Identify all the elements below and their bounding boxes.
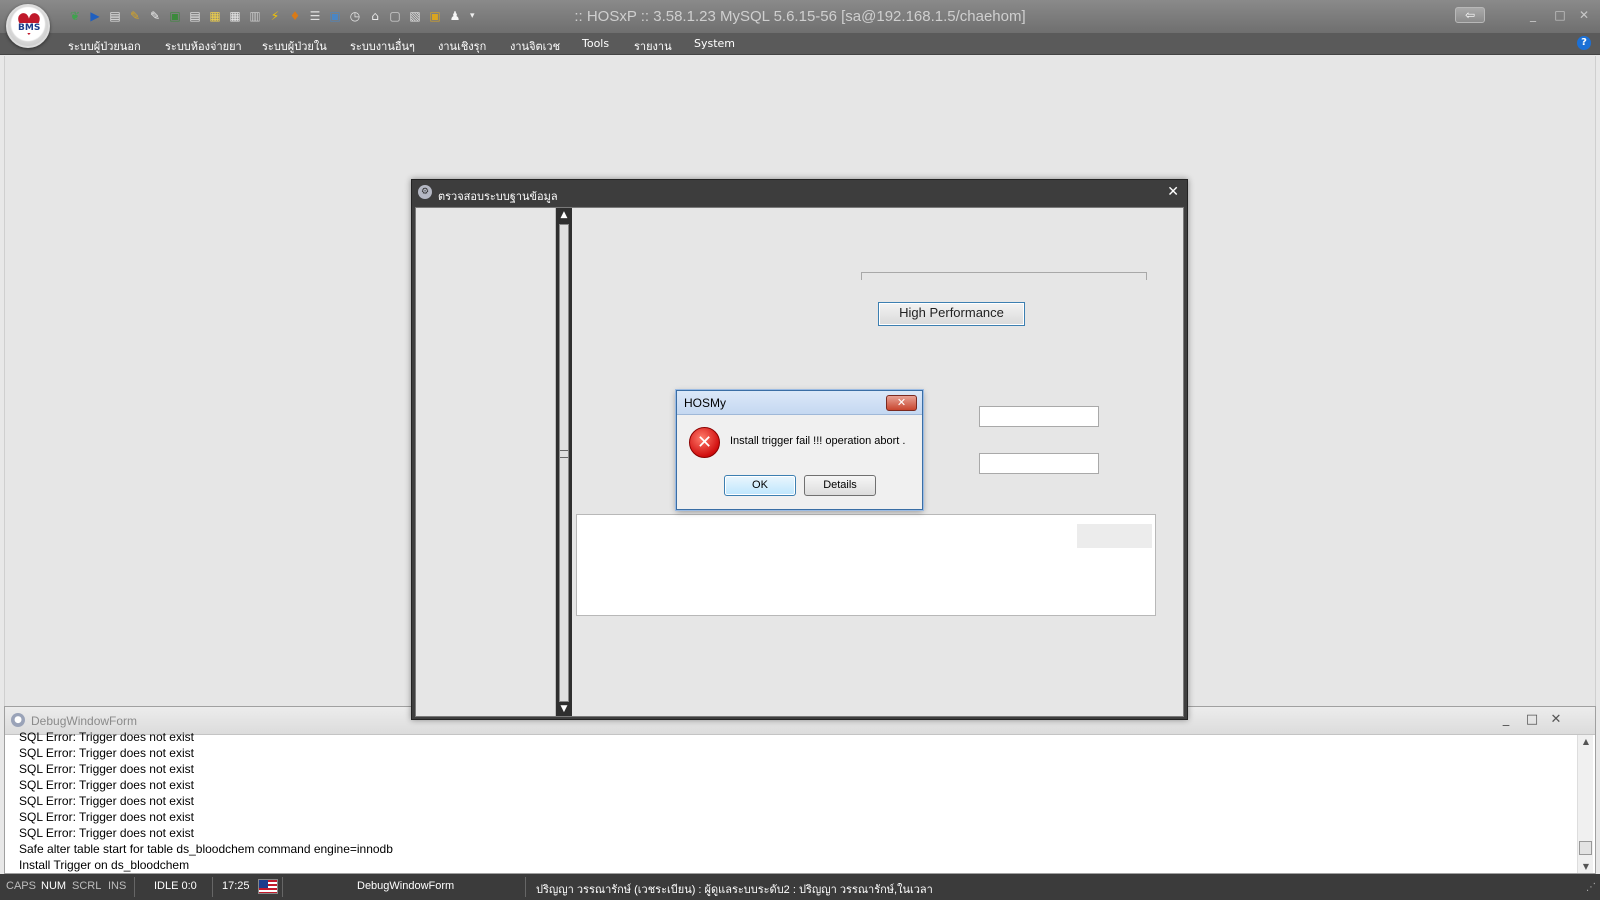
ins-indicator: INS [108,880,127,892]
scroll-grip[interactable] [560,450,568,458]
menu-system[interactable]: System [694,37,735,50]
high-performance-button[interactable]: High Performance [878,302,1025,326]
scrl-indicator: SCRL [72,880,102,892]
db-check-titlebar[interactable]: ⚙ ตรวจสอบระบบฐานข้อมูล ✕ [412,180,1187,206]
menu-bar: ระบบผู้ป่วยนอก ระบบห้องจ่ายยา ระบบผู้ป่ว… [0,33,1600,55]
clock: 17:25 [222,880,250,892]
debug-window: ● DebugWindowForm _ □ ✕ SQL Error: Trigg… [4,706,1596,874]
maximize-button[interactable]: □ [1552,8,1568,22]
details-button[interactable]: Details [804,475,876,496]
db-check-close-button[interactable]: ✕ [1167,184,1179,200]
splitter-scrollbar[interactable]: ▲ ▼ [556,208,572,716]
menu-ipd[interactable]: ระบบผู้ป่วยใน [262,37,327,55]
ok-button[interactable]: OK [724,475,796,496]
close-button[interactable]: ✕ [1576,8,1592,22]
text-field[interactable] [979,453,1099,474]
menu-report[interactable]: รายงาน [634,37,672,55]
debug-maximize-button[interactable]: □ [1525,712,1539,727]
window-icon: ● [11,713,25,727]
scroll-thumb[interactable] [1579,841,1592,855]
log-line: SQL Error: Trigger does not exist [19,762,194,776]
menu-opd[interactable]: ระบบผู้ป่วยนอก [68,37,141,55]
error-message: Install trigger fail !!! operation abort… [730,435,906,447]
language-flag-icon[interactable] [258,879,278,894]
debug-minimize-button[interactable]: _ [1499,712,1513,727]
error-dialog-title: HOSMy [684,396,726,410]
text-field[interactable] [979,406,1099,427]
db-check-title: ตรวจสอบระบบฐานข้อมูล [438,190,558,203]
error-icon: ✕ [689,427,720,458]
log-line: SQL Error: Trigger does not exist [19,778,194,792]
resize-grip-icon[interactable]: ⋰ [1586,882,1596,893]
num-indicator: NUM [41,880,67,892]
scroll-down-arrow-icon[interactable]: ▼ [1578,862,1594,871]
caps-indicator: CAPS [6,880,36,892]
debug-close-button[interactable]: ✕ [1549,712,1563,727]
log-line: Install Trigger on ds_bloodchem [19,858,190,872]
menu-tools[interactable]: Tools [582,37,609,50]
menu-pharmacy[interactable]: ระบบห้องจ่ายยา [165,37,242,55]
app-logo[interactable]: ♥ BMS [6,4,50,48]
log-line: SQL Error: Trigger does not exist [19,730,194,744]
log-line: SQL Error: Trigger does not exist [19,826,194,840]
logo-label: BMS [16,23,43,33]
debug-scrollbar[interactable]: ▲ ▼ [1577,735,1593,873]
scroll-up-arrow-icon[interactable]: ▲ [556,210,572,220]
log-line: SQL Error: Trigger does not exist [19,794,194,808]
dialog-close-button[interactable]: ✕ [886,395,917,411]
user-info: ปริญญา วรรณารักษ์ (เวชระเบียน) : ผู้ดูแล… [536,884,933,896]
idle-indicator: IDLE 0:0 [154,880,197,892]
log-line: SQL Error: Trigger does not exist [19,810,194,824]
help-icon[interactable]: ? [1577,36,1591,50]
active-form-label: DebugWindowForm [357,880,455,892]
minimize-button[interactable]: _ [1525,8,1541,22]
menu-psychiatry[interactable]: งานจิตเวช [510,37,560,55]
menu-other[interactable]: ระบบงานอื่นๆ [350,37,415,55]
title-bar: ❦ ▶ ▤ ✎ ✎ ▣ ▤ ▦ ▦ ▥ ⚡ ♦ ☰ ▣ ◷ ⌂ ▢ ▧ ▣ ♟ ▾ :: HOSxP :: 3.58.1… [0,0,1600,33]
error-dialog: HOSMy ✕ ✕ Install trigger fail !!! opera… [676,390,923,510]
scroll-down-arrow-icon[interactable]: ▼ [556,704,572,714]
memo-panel [1077,524,1152,548]
status-bar: CAPS NUM SCRL INS IDLE 0:0 17:25 DebugWi… [0,874,1600,900]
debug-window-title: DebugWindowForm [31,714,138,728]
options-groupbox [861,272,1147,280]
scroll-up-arrow-icon[interactable]: ▲ [1578,737,1594,746]
menu-proactive[interactable]: งานเชิงรุก [438,37,486,55]
restore-button[interactable]: ⇦ [1455,7,1485,23]
log-line: SQL Error: Trigger does not exist [19,746,194,760]
left-panel [416,208,556,716]
gear-icon: ⚙ [418,185,432,199]
log-line: Safe alter table start for table ds_bloo… [19,842,393,856]
debug-log[interactable]: SQL Error: Trigger does not exist SQL Er… [19,729,1569,873]
window-title: :: HOSxP :: 3.58.1.23 MySQL 5.6.15-56 [s… [574,8,1026,25]
log-memo[interactable] [576,514,1156,616]
scroll-track[interactable] [559,224,569,702]
error-dialog-titlebar[interactable]: HOSMy ✕ [677,391,922,415]
